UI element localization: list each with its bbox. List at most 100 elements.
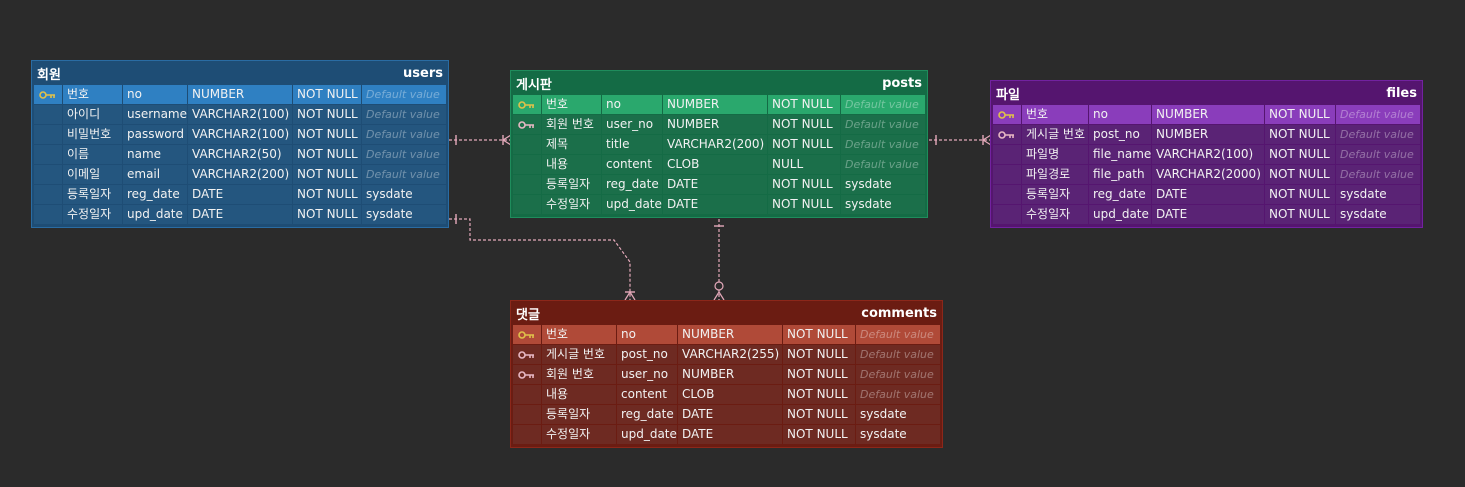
column-type[interactable]: VARCHAR2(100): [1152, 145, 1264, 164]
entity-posts[interactable]: 게시판 posts 번호 no NUMBER NOT NULL Default value 회…: [510, 70, 928, 218]
column-logical-name[interactable]: 내용: [542, 385, 616, 404]
column-row[interactable]: 비밀번호 password VARCHAR2(100) NOT NULL Default…: [34, 125, 446, 145]
column-physical-name[interactable]: email: [123, 165, 187, 184]
column-default[interactable]: Default value: [1336, 145, 1420, 164]
column-type[interactable]: DATE: [188, 185, 292, 204]
column-type[interactable]: DATE: [188, 205, 292, 224]
column-row[interactable]: 등록일자 reg_date DATE NOT NULL sysdate: [513, 175, 925, 195]
entity-users[interactable]: 회원 users 번호 no NUMBER NOT NULL Default value 아이…: [31, 60, 449, 228]
column-nullability[interactable]: NOT NULL: [1265, 165, 1335, 184]
column-logical-name[interactable]: 수정일자: [542, 195, 601, 214]
column-type[interactable]: VARCHAR2(200): [188, 165, 292, 184]
column-row[interactable]: 이메일 email VARCHAR2(200) NOT NULL Default val…: [34, 165, 446, 185]
column-logical-name[interactable]: 번호: [63, 85, 122, 104]
entity-files[interactable]: 파일 files 번호 no NUMBER NOT NULL Default value 게시…: [990, 80, 1423, 228]
column-logical-name[interactable]: 게시글 번호: [542, 345, 616, 364]
column-type[interactable]: DATE: [1152, 185, 1264, 204]
column-nullability[interactable]: NOT NULL: [783, 405, 855, 424]
column-type[interactable]: DATE: [663, 175, 767, 194]
column-row[interactable]: 등록일자 reg_date DATE NOT NULL sysdate: [513, 405, 940, 425]
column-default[interactable]: Default value: [362, 125, 446, 144]
column-nullability[interactable]: NOT NULL: [293, 85, 361, 104]
column-type[interactable]: NUMBER: [678, 365, 782, 384]
column-nullability[interactable]: NOT NULL: [1265, 125, 1335, 144]
column-nullability[interactable]: NOT NULL: [293, 145, 361, 164]
column-physical-name[interactable]: no: [123, 85, 187, 104]
column-nullability[interactable]: NOT NULL: [1265, 185, 1335, 204]
column-nullability[interactable]: NULL: [768, 155, 840, 174]
column-default[interactable]: sysdate: [1336, 185, 1420, 204]
column-nullability[interactable]: NOT NULL: [768, 135, 840, 154]
column-type[interactable]: NUMBER: [663, 115, 767, 134]
column-physical-name[interactable]: post_no: [617, 345, 677, 364]
column-logical-name[interactable]: 수정일자: [542, 425, 616, 444]
column-logical-name[interactable]: 등록일자: [542, 405, 616, 424]
column-logical-name[interactable]: 비밀번호: [63, 125, 122, 144]
column-row[interactable]: 번호 no NUMBER NOT NULL Default value: [513, 95, 925, 115]
column-row[interactable]: 수정일자 upd_date DATE NOT NULL sysdate: [993, 205, 1420, 225]
column-nullability[interactable]: NOT NULL: [783, 345, 855, 364]
column-default[interactable]: Default value: [1336, 165, 1420, 184]
column-nullability[interactable]: NOT NULL: [783, 385, 855, 404]
column-row[interactable]: 회원 번호 user_no NUMBER NOT NULL Default value: [513, 115, 925, 135]
column-type[interactable]: NUMBER: [678, 325, 782, 344]
column-type[interactable]: NUMBER: [1152, 105, 1264, 124]
column-row[interactable]: 회원 번호 user_no NUMBER NOT NULL Default value: [513, 365, 940, 385]
column-row[interactable]: 아이디 username VARCHAR2(100) NOT NULL Default …: [34, 105, 446, 125]
column-default[interactable]: Default value: [841, 95, 925, 114]
column-logical-name[interactable]: 등록일자: [63, 185, 122, 204]
column-physical-name[interactable]: content: [602, 155, 662, 174]
column-default[interactable]: Default value: [1336, 105, 1420, 124]
column-default[interactable]: sysdate: [841, 195, 925, 214]
column-nullability[interactable]: NOT NULL: [293, 165, 361, 184]
column-nullability[interactable]: NOT NULL: [768, 95, 840, 114]
entity-header[interactable]: 게시판 posts: [513, 71, 925, 95]
column-logical-name[interactable]: 이메일: [63, 165, 122, 184]
column-physical-name[interactable]: title: [602, 135, 662, 154]
column-type[interactable]: DATE: [678, 405, 782, 424]
column-logical-name[interactable]: 회원 번호: [542, 115, 601, 134]
column-default[interactable]: Default value: [856, 325, 940, 344]
column-nullability[interactable]: NOT NULL: [768, 175, 840, 194]
column-default[interactable]: Default value: [841, 155, 925, 174]
column-logical-name[interactable]: 수정일자: [1022, 205, 1088, 224]
column-row[interactable]: 번호 no NUMBER NOT NULL Default value: [513, 325, 940, 345]
relation-users-comments[interactable]: [449, 214, 636, 301]
column-default[interactable]: Default value: [362, 105, 446, 124]
column-logical-name[interactable]: 아이디: [63, 105, 122, 124]
column-row[interactable]: 등록일자 reg_date DATE NOT NULL sysdate: [993, 185, 1420, 205]
column-row[interactable]: 게시글 번호 post_no VARCHAR2(255) NOT NULL Defaul…: [513, 345, 940, 365]
column-type[interactable]: VARCHAR2(255): [678, 345, 782, 364]
column-logical-name[interactable]: 파일명: [1022, 145, 1088, 164]
column-physical-name[interactable]: content: [617, 385, 677, 404]
column-physical-name[interactable]: reg_date: [1089, 185, 1151, 204]
column-logical-name[interactable]: 번호: [542, 325, 616, 344]
entity-comments[interactable]: 댓글 comments 번호 no NUMBER NOT NULL Default valu…: [510, 300, 943, 448]
column-type[interactable]: CLOB: [663, 155, 767, 174]
column-logical-name[interactable]: 제목: [542, 135, 601, 154]
column-default[interactable]: Default value: [856, 345, 940, 364]
column-default[interactable]: Default value: [362, 85, 446, 104]
column-type[interactable]: DATE: [1152, 205, 1264, 224]
column-physical-name[interactable]: user_no: [617, 365, 677, 384]
column-nullability[interactable]: NOT NULL: [1265, 205, 1335, 224]
column-type[interactable]: VARCHAR2(2000): [1152, 165, 1264, 184]
column-physical-name[interactable]: reg_date: [602, 175, 662, 194]
column-type[interactable]: VARCHAR2(50): [188, 145, 292, 164]
column-default[interactable]: sysdate: [362, 185, 446, 204]
column-logical-name[interactable]: 번호: [1022, 105, 1088, 124]
column-row[interactable]: 내용 content CLOB NOT NULL Default value: [513, 385, 940, 405]
column-nullability[interactable]: NOT NULL: [783, 425, 855, 444]
column-default[interactable]: Default value: [841, 115, 925, 134]
entity-header[interactable]: 회원 users: [34, 61, 446, 85]
column-default[interactable]: sysdate: [1336, 205, 1420, 224]
column-default[interactable]: sysdate: [841, 175, 925, 194]
column-logical-name[interactable]: 내용: [542, 155, 601, 174]
column-logical-name[interactable]: 수정일자: [63, 205, 122, 224]
column-nullability[interactable]: NOT NULL: [1265, 145, 1335, 164]
column-physical-name[interactable]: name: [123, 145, 187, 164]
column-physical-name[interactable]: user_no: [602, 115, 662, 134]
column-nullability[interactable]: NOT NULL: [1265, 105, 1335, 124]
column-physical-name[interactable]: upd_date: [1089, 205, 1151, 224]
column-default[interactable]: sysdate: [362, 205, 446, 224]
